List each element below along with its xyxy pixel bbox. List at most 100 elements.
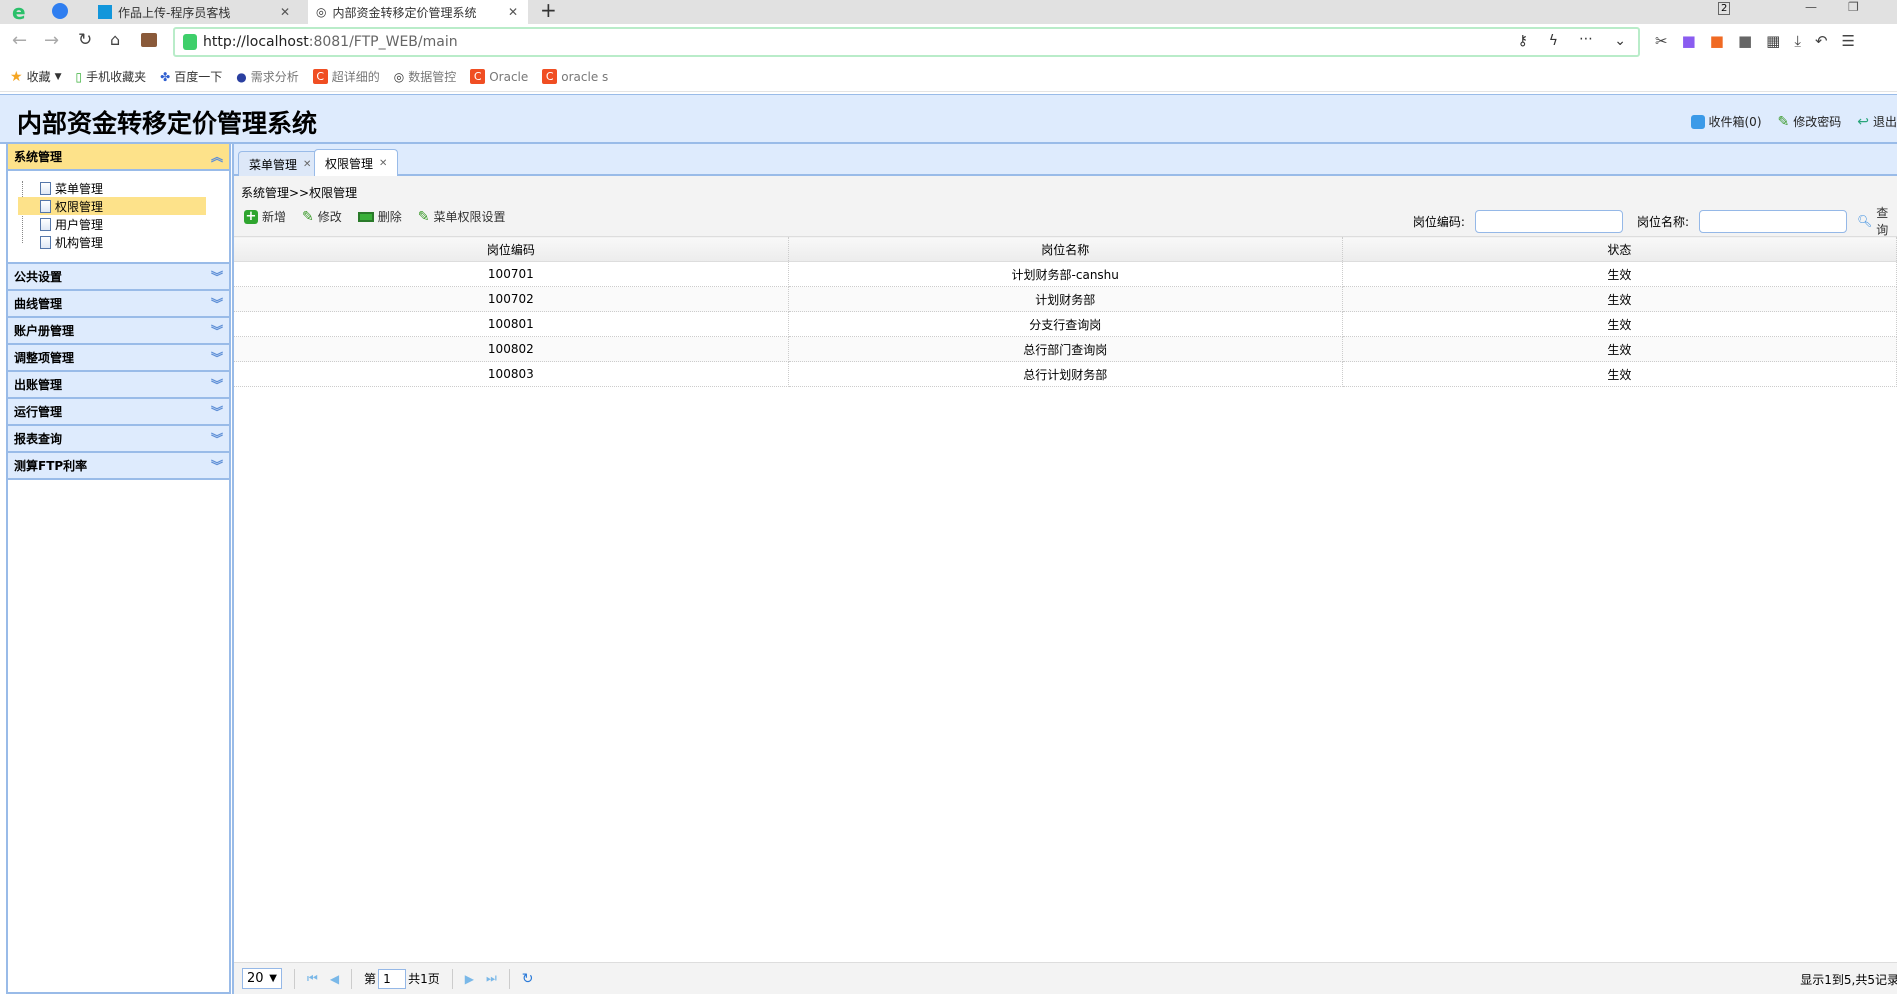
undo-icon[interactable]: ↶ <box>1815 32 1828 50</box>
translate-icon[interactable]: ■ <box>1682 32 1696 50</box>
tab-menu-management[interactable]: 菜单管理 ✕ <box>238 151 323 176</box>
sidebar-group[interactable]: 运行管理 ︾ <box>8 399 229 426</box>
sidebar-group[interactable]: 调整项管理 ︾ <box>8 345 229 372</box>
table-cell: 生效 <box>1342 286 1897 312</box>
tree-item-org[interactable]: 机构管理 <box>18 233 206 251</box>
browser-tab[interactable]: 作品上传-程序员客栈 ✕ <box>90 0 300 24</box>
change-password-link[interactable]: ✎ 修改密码 <box>1778 113 1842 130</box>
sidebar-group[interactable]: 出账管理 ︾ <box>8 372 229 399</box>
home-icon[interactable]: ⌂ <box>110 30 120 49</box>
table-row[interactable]: 100702 计划财务部 生效 <box>234 286 1897 312</box>
close-icon[interactable]: ✕ <box>303 159 311 170</box>
download-icon[interactable]: ⤓ <box>1794 32 1801 50</box>
sidebar: 系统管理 ︽ 菜单管理 权限管理 用户管理 机构管理 公共设置 ︾ 曲线管理 ︾ 账户… <box>6 144 231 994</box>
new-tab-button[interactable]: + <box>540 0 557 22</box>
last-page-icon[interactable]: ⏭ <box>486 971 497 986</box>
lightning-icon[interactable]: ϟ <box>1549 33 1558 49</box>
table-row[interactable]: 100803 总行计划财务部 生效 <box>234 361 1897 387</box>
page-number-input[interactable]: 1 <box>378 968 407 989</box>
edit-button[interactable]: ✎ 修改 <box>302 208 342 225</box>
table-cell: 生效 <box>1342 361 1897 387</box>
refresh-icon[interactable]: ↻ <box>522 971 534 987</box>
back-icon[interactable]: ← <box>12 30 27 51</box>
chevron-down-icon: ︾ <box>210 432 223 446</box>
dropdown-icon: ▼ <box>54 71 62 82</box>
tab-count-badge[interactable]: 2 <box>1718 2 1731 15</box>
close-tab-icon[interactable]: ✕ <box>280 5 290 19</box>
document-icon <box>40 217 51 231</box>
menu-icon[interactable]: ☰ <box>1842 32 1855 50</box>
chevron-down-icon: ︾ <box>210 405 223 419</box>
sidebar-group-system[interactable]: 系统管理 ︽ <box>8 144 229 171</box>
sidebar-group[interactable]: 曲线管理 ︾ <box>8 291 229 318</box>
restore-button[interactable]: ❐ <box>1848 0 1859 14</box>
grid-icon[interactable]: ▦ <box>1766 32 1780 50</box>
bookmark-item[interactable]: Coracle s <box>542 69 608 84</box>
position-name-input[interactable] <box>1699 209 1847 233</box>
browser-tab-active[interactable]: ◎ 内部资金转移定价管理系统 ✕ <box>308 0 528 24</box>
position-code-input[interactable] <box>1474 209 1623 233</box>
table-cell: 总行部门查询岗 <box>788 336 1343 362</box>
document-icon <box>40 199 51 213</box>
next-page-icon[interactable]: ▶ <box>465 972 474 986</box>
add-button[interactable]: + 新增 <box>244 208 286 225</box>
sidebar-group[interactable]: 公共设置 ︾ <box>8 264 229 291</box>
tree-item-menu[interactable]: 菜单管理 <box>18 179 206 197</box>
tree-item-permission[interactable]: 权限管理 <box>18 197 206 215</box>
pencil-icon: ✎ <box>1777 113 1790 130</box>
page-size-select[interactable]: 20 ▼ <box>242 968 282 989</box>
reader-icon[interactable]: ■ <box>1738 32 1752 50</box>
tree-item-user[interactable]: 用户管理 <box>18 215 206 233</box>
table-cell: 100801 <box>234 311 789 337</box>
sidebar-group[interactable]: 测算FTP利率 ︾ <box>8 453 229 480</box>
game-icon[interactable]: ■ <box>1710 32 1724 50</box>
bookmark-item[interactable]: C 超详细的 <box>312 68 380 85</box>
bookmark-item[interactable]: ▯ 手机收藏夹 <box>76 68 147 85</box>
logout-link[interactable]: ↩ 退出 <box>1857 113 1897 130</box>
browser-extensions: ✂ ■ ■ ■ ▦ ⤓ ↶ ☰ <box>1655 32 1855 50</box>
delete-button[interactable]: 删除 <box>357 208 402 225</box>
address-bar[interactable]: http://localhost:8081/FTP_WEB/main ⚷ ϟ ⋯… <box>173 27 1640 57</box>
column-header[interactable]: 状态 <box>1342 236 1897 262</box>
column-header[interactable]: 岗位编码 <box>234 236 789 262</box>
search-button[interactable]: 🔍︎ 查询 <box>1857 204 1897 238</box>
bookmark-item[interactable]: ● 需求分析 <box>236 68 299 85</box>
forward-icon[interactable]: → <box>44 30 59 51</box>
divider <box>294 968 295 989</box>
inbox-link[interactable]: 收件箱(0) <box>1690 113 1762 130</box>
divider <box>508 968 510 989</box>
column-header[interactable]: 岗位名称 <box>788 236 1343 262</box>
table-row[interactable]: 100802 总行部门查询岗 生效 <box>234 336 1897 362</box>
shield-icon <box>183 34 197 50</box>
chevron-down-icon[interactable]: ⌄ <box>1614 33 1626 49</box>
close-icon[interactable]: ✕ <box>379 158 387 169</box>
csdn-icon: C <box>312 69 328 84</box>
pagination-bar: 20 ▼ ⏮ ◀ 第 1 共1页 ▶ ⏭ ↻ 显示1到5,共5记录 <box>234 962 1897 994</box>
table-cell: 计划财务部-canshu <box>788 261 1343 287</box>
sidebar-group[interactable]: 报表查询 ︾ <box>8 426 229 453</box>
prev-page-icon[interactable]: ◀ <box>330 972 339 986</box>
bookmark-item[interactable]: ✤ 百度一下 <box>160 68 222 85</box>
content-tabs: 菜单管理 ✕ 权限管理 ✕ <box>234 144 1897 176</box>
tab-permission-management[interactable]: 权限管理 ✕ <box>314 149 399 176</box>
bookmark-item[interactable]: C Oracle <box>470 69 528 84</box>
chevron-up-icon: ︽ <box>210 150 223 164</box>
first-page-icon[interactable]: ⏮ <box>307 971 318 986</box>
menu-permission-button[interactable]: ✎ 菜单权限设置 <box>418 208 506 225</box>
reload-icon[interactable]: ↻ <box>78 30 92 50</box>
key-icon[interactable]: ⚷ <box>1518 33 1528 49</box>
table-row[interactable]: 100701 计划财务部-canshu 生效 <box>234 261 1897 287</box>
app-header: 内部资金转移定价管理系统 收件箱(0) ✎ 修改密码 ↩ 退出 <box>0 94 1897 144</box>
telegram-icon[interactable] <box>52 3 68 19</box>
bookmark-item[interactable]: ◎ 数据管控 <box>394 68 457 85</box>
more-icon[interactable]: ⋯ <box>1579 31 1593 47</box>
minimize-button[interactable]: — <box>1805 0 1817 14</box>
close-tab-icon[interactable]: ✕ <box>508 5 518 19</box>
scissors-icon[interactable]: ✂ <box>1655 32 1668 50</box>
table-row[interactable]: 100801 分支行查询岗 生效 <box>234 311 1897 337</box>
search-icon: 🔍︎ <box>1857 214 1873 228</box>
sidebar-group[interactable]: 账户册管理 ︾ <box>8 318 229 345</box>
chevron-down-icon: ︾ <box>210 324 223 338</box>
bookmark-favorites[interactable]: ★ 收藏 ▼ <box>10 68 62 85</box>
briefcase-icon[interactable] <box>141 33 157 47</box>
